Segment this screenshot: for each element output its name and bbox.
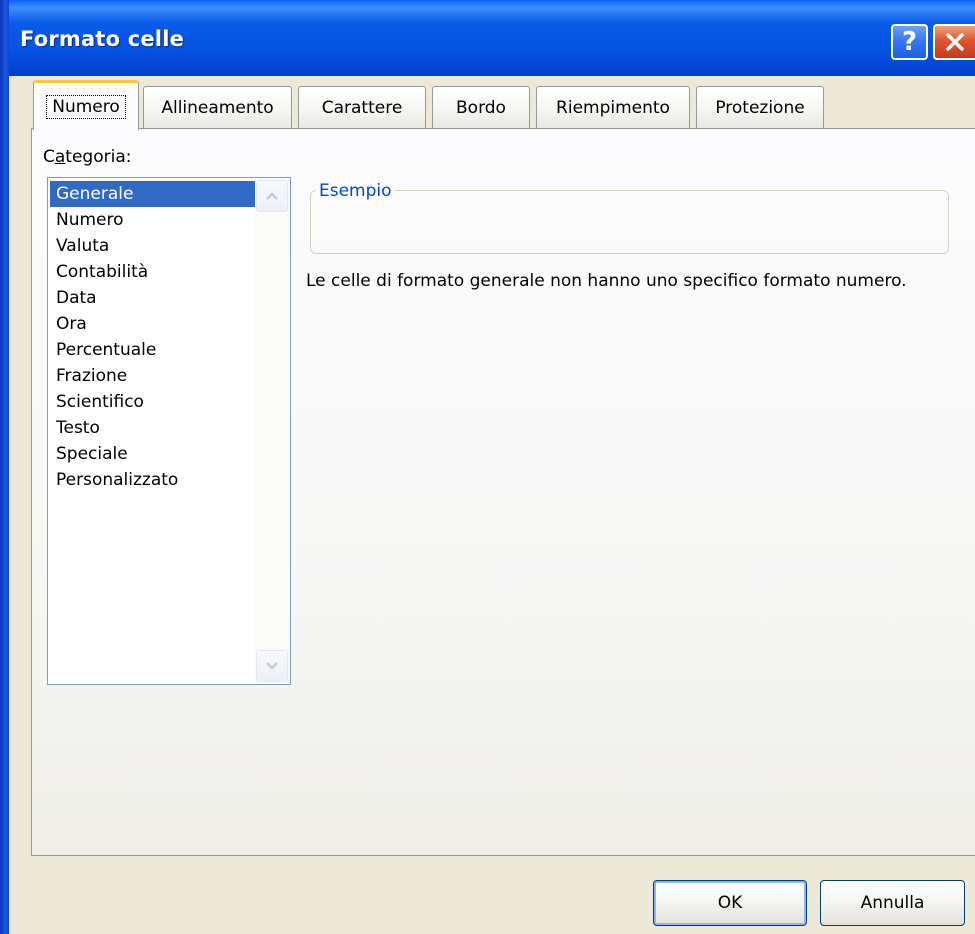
chevron-up-icon (266, 192, 278, 200)
category-item-frazione[interactable]: Frazione (50, 363, 255, 389)
tab-label: Numero (46, 94, 126, 119)
category-list: Generale Numero Valuta Contabilità Data … (50, 181, 255, 493)
category-item-percentuale[interactable]: Percentuale (50, 337, 255, 363)
title-bar[interactable]: Formato celle ? (0, 0, 975, 76)
close-icon (946, 33, 964, 51)
scroll-down-button[interactable] (256, 650, 288, 682)
tab-label: Protezione (715, 97, 805, 118)
close-button[interactable] (933, 24, 975, 60)
tab-label: Bordo (456, 97, 506, 118)
category-listbox[interactable]: Generale Numero Valuta Contabilità Data … (47, 177, 291, 685)
help-icon: ? (901, 27, 918, 57)
format-description: Le celle di formato generale non hanno u… (306, 271, 907, 291)
tab-label: Carattere (321, 97, 403, 118)
category-scrollbar[interactable] (255, 179, 289, 683)
cancel-button[interactable]: Annulla (820, 880, 965, 926)
tab-allineamento[interactable]: Allineamento (143, 86, 292, 128)
category-item-valuta[interactable]: Valuta (50, 233, 255, 259)
category-item-speciale[interactable]: Speciale (50, 441, 255, 467)
format-cells-dialog: Formato celle ? Numero Allineamento Cara… (0, 0, 975, 934)
sample-legend: Esempio (316, 181, 395, 201)
category-item-numero[interactable]: Numero (50, 207, 255, 233)
category-item-data[interactable]: Data (50, 285, 255, 311)
scroll-up-button[interactable] (256, 180, 288, 212)
ok-button[interactable]: OK (653, 880, 807, 926)
tab-carattere[interactable]: Carattere (298, 86, 426, 128)
category-item-ora[interactable]: Ora (50, 311, 255, 337)
tab-protezione[interactable]: Protezione (696, 86, 824, 128)
category-item-testo[interactable]: Testo (50, 415, 255, 441)
tab-label: Riempimento (556, 97, 670, 118)
window-title: Formato celle (20, 27, 185, 51)
help-button[interactable]: ? (891, 24, 928, 60)
sample-groupbox (310, 190, 949, 254)
category-item-scientifico[interactable]: Scientifico (50, 389, 255, 415)
tab-bordo[interactable]: Bordo (432, 86, 530, 128)
category-label: Categoria: (43, 147, 132, 167)
chevron-down-icon (266, 662, 278, 670)
category-mnemonic: a (54, 147, 66, 167)
category-item-personalizzato[interactable]: Personalizzato (50, 467, 255, 493)
window-frame-left (0, 0, 9, 934)
category-item-contabilita[interactable]: Contabilità (50, 259, 255, 285)
tab-numero[interactable]: Numero (33, 80, 139, 132)
tab-label: Allineamento (161, 97, 274, 118)
tab-riempimento[interactable]: Riempimento (536, 86, 690, 128)
category-item-generale[interactable]: Generale (50, 181, 255, 207)
